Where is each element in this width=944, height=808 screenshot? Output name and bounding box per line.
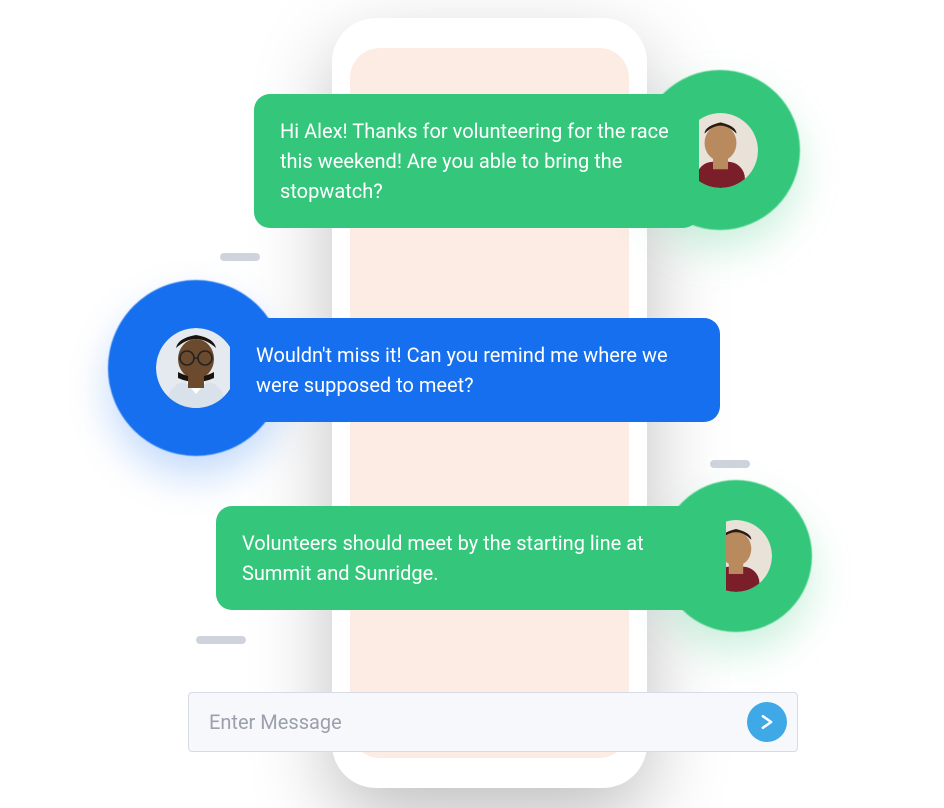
message-bubble-alex[interactable]: Wouldn't miss it! Can you remind me wher… <box>230 318 720 422</box>
message-text: Wouldn't miss it! Can you remind me wher… <box>256 343 668 397</box>
decorative-pill <box>220 253 260 261</box>
avatar <box>156 328 236 408</box>
decorative-pill <box>710 460 750 468</box>
message-text: Volunteers should meet by the starting l… <box>242 531 644 585</box>
message-bubble-organizer[interactable]: Hi Alex! Thanks for volunteering for the… <box>254 94 699 228</box>
message-input[interactable] <box>209 710 747 734</box>
send-icon <box>757 712 777 732</box>
message-text: Hi Alex! Thanks for volunteering for the… <box>280 119 669 203</box>
message-composer <box>188 692 798 752</box>
message-bubble-organizer[interactable]: Volunteers should meet by the starting l… <box>216 506 726 610</box>
send-button[interactable] <box>747 702 787 742</box>
decorative-pill <box>196 636 246 644</box>
